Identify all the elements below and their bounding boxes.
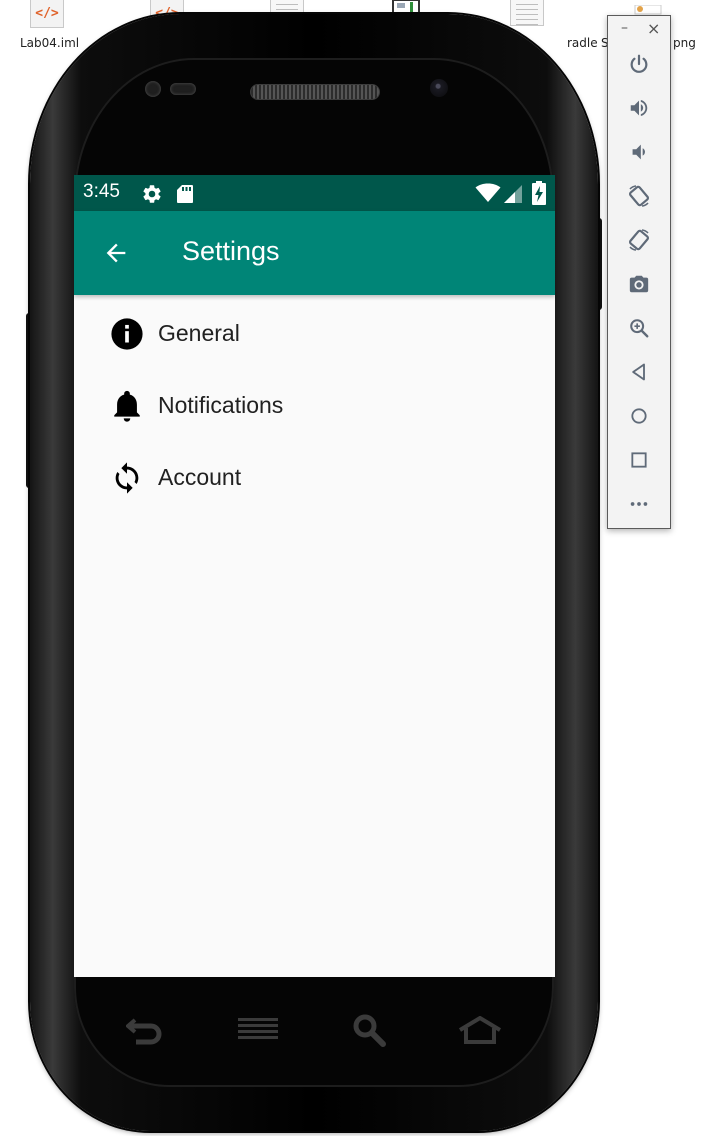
volume-up-button[interactable] bbox=[624, 93, 654, 123]
camera-icon bbox=[629, 275, 649, 293]
gear-icon bbox=[143, 185, 161, 203]
preference-notifications[interactable]: Notifications bbox=[74, 373, 555, 437]
nav-overview-button[interactable] bbox=[624, 445, 654, 475]
desktop-file-document[interactable] bbox=[270, 0, 304, 14]
arrow-back-icon bbox=[106, 243, 126, 263]
code-file-icon: </> bbox=[30, 0, 64, 28]
close-button[interactable]: × bbox=[647, 19, 660, 38]
preference-label: Notifications bbox=[158, 392, 284, 418]
app-bar: Settings bbox=[74, 211, 555, 295]
desktop-file-lab04-iml[interactable]: </> bbox=[30, 0, 64, 28]
search-key-icon bbox=[353, 1014, 386, 1047]
hardware-menu-key[interactable] bbox=[238, 1016, 278, 1048]
info-icon bbox=[111, 318, 143, 350]
hardware-home-key[interactable] bbox=[458, 1015, 502, 1050]
volume-down-button[interactable] bbox=[624, 137, 654, 167]
light-sensor bbox=[170, 83, 196, 95]
rotate-right-icon bbox=[628, 229, 650, 251]
bell-icon bbox=[114, 390, 140, 422]
proximity-sensor bbox=[145, 81, 161, 97]
front-camera bbox=[430, 79, 448, 97]
home-key-icon bbox=[458, 1015, 502, 1044]
hardware-back-key[interactable] bbox=[124, 1012, 164, 1050]
menu-key-icon bbox=[238, 1018, 278, 1039]
battery-charging-icon bbox=[532, 181, 546, 205]
document-icon bbox=[270, 0, 304, 14]
back-key-icon bbox=[124, 1018, 162, 1045]
sync-icon bbox=[115, 462, 139, 494]
rotate-left-button[interactable] bbox=[624, 181, 654, 211]
home-circle-icon bbox=[631, 408, 647, 424]
image-file-icon bbox=[634, 4, 662, 15]
overview-square-icon bbox=[631, 452, 647, 468]
preference-general[interactable]: General bbox=[74, 301, 555, 365]
minimize-button[interactable]: – bbox=[621, 20, 628, 36]
zoom-button[interactable] bbox=[624, 313, 654, 343]
earpiece-speaker bbox=[250, 84, 380, 100]
rotate-left-icon bbox=[628, 185, 650, 207]
desktop-file-label: png bbox=[673, 36, 696, 50]
power-icon bbox=[630, 54, 648, 73]
desktop-file-label: Lab04.iml bbox=[20, 36, 80, 50]
nav-back-button[interactable] bbox=[624, 357, 654, 387]
emulator-toolbar: – × bbox=[607, 15, 671, 529]
zoom-icon bbox=[630, 319, 649, 338]
emulator-window-controls: – × bbox=[608, 16, 670, 44]
desktop-file-gradle[interactable] bbox=[510, 0, 544, 26]
status-bar: 3:45 bbox=[74, 175, 555, 211]
back-button[interactable] bbox=[98, 235, 134, 271]
volume-down-icon bbox=[632, 144, 645, 160]
hardware-search-key[interactable] bbox=[352, 1013, 386, 1051]
rotate-right-button[interactable] bbox=[624, 225, 654, 255]
signal-icon bbox=[504, 185, 522, 203]
status-time: 3:45 bbox=[83, 181, 120, 202]
power-button[interactable] bbox=[624, 49, 654, 79]
device-screen: 3:45 Settings General Notifications Acco… bbox=[74, 175, 555, 977]
wifi-icon bbox=[475, 183, 501, 202]
nav-home-button[interactable] bbox=[624, 401, 654, 431]
preference-label: General bbox=[158, 320, 240, 346]
screenshot-button[interactable] bbox=[624, 269, 654, 299]
document-icon bbox=[510, 0, 544, 26]
page-title: Settings bbox=[182, 236, 280, 266]
back-triangle-icon bbox=[632, 363, 645, 381]
desktop-file-label: radle bbox=[567, 36, 598, 50]
sd-card-icon bbox=[177, 185, 193, 203]
more-button[interactable] bbox=[624, 489, 654, 519]
preference-label: Account bbox=[158, 464, 242, 490]
volume-up-icon bbox=[630, 99, 648, 117]
more-icon bbox=[630, 502, 648, 506]
preference-account[interactable]: Account bbox=[74, 445, 555, 509]
